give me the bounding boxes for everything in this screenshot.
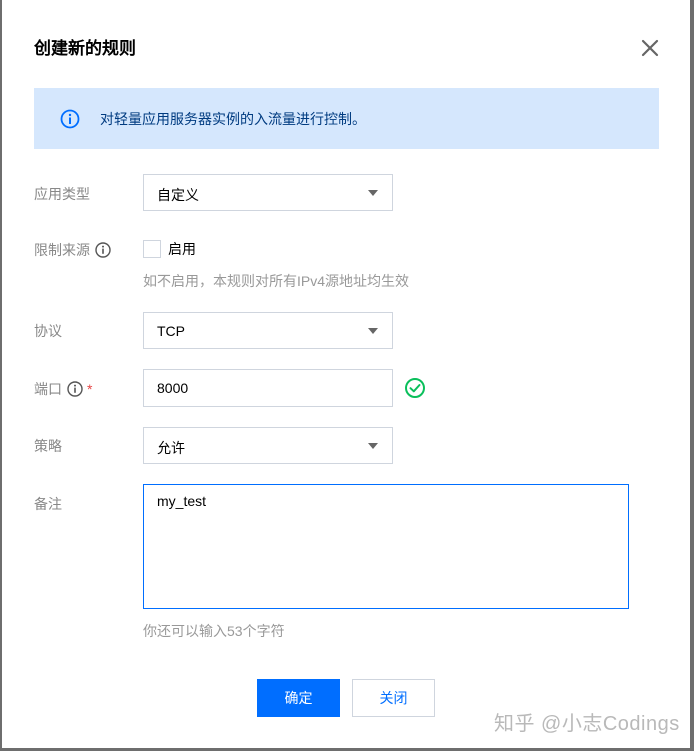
remark-label: 备注	[34, 494, 62, 514]
info-circle-icon	[60, 109, 80, 134]
limit-source-label-text: 限制来源	[34, 242, 90, 258]
remark-char-counter: 你还可以输入53个字符	[143, 623, 285, 639]
limit-source-label: 限制来源	[34, 240, 111, 260]
app-type-label-text: 应用类型	[34, 186, 90, 202]
protocol-label: 协议	[34, 321, 62, 341]
protocol-value: TCP	[157, 323, 185, 339]
close-button[interactable]: 关闭	[352, 679, 435, 717]
info-circle-icon[interactable]	[67, 381, 83, 397]
limit-source-hint: 如不启用，本规则对所有IPv4源地址均生效	[143, 273, 410, 289]
app-type-select[interactable]: 自定义	[143, 174, 393, 211]
limit-source-checkbox[interactable]	[143, 240, 161, 258]
port-label: 端口 *	[34, 379, 92, 399]
notice-text: 对轻量应用服务器实例的入流量进行控制。	[100, 111, 366, 127]
dialog-title: 创建新的规则	[34, 39, 136, 58]
policy-label-text: 策略	[34, 438, 62, 454]
required-mark: *	[87, 381, 93, 397]
close-icon[interactable]	[638, 36, 662, 60]
app-type-label: 应用类型	[34, 184, 90, 204]
remark-label-text: 备注	[34, 496, 62, 512]
caret-down-icon	[368, 328, 378, 334]
protocol-label-text: 协议	[34, 323, 62, 339]
app-type-value: 自定义	[157, 187, 199, 203]
caret-down-icon	[368, 190, 378, 196]
check-circle-icon	[404, 377, 426, 404]
notice-banner: 对轻量应用服务器实例的入流量进行控制。	[34, 88, 659, 149]
protocol-select[interactable]: TCP	[143, 312, 393, 349]
create-rule-dialog: 创建新的规则 对轻量应用服务器实例的入流量进行控制。 应用类型 自定义 限制来源	[2, 0, 690, 748]
port-input[interactable]	[143, 369, 393, 407]
limit-source-checkbox-label[interactable]: 启用	[168, 239, 196, 259]
limit-source-checkbox-group[interactable]: 启用	[143, 239, 196, 259]
info-circle-icon[interactable]	[95, 242, 111, 258]
caret-down-icon	[368, 443, 378, 449]
remark-textarea[interactable]: my_test	[143, 484, 629, 609]
policy-label: 策略	[34, 436, 62, 456]
policy-select[interactable]: 允许	[143, 427, 393, 464]
policy-value: 允许	[157, 440, 185, 456]
port-label-text: 端口	[34, 381, 62, 397]
confirm-button[interactable]: 确定	[257, 679, 340, 717]
watermark: 知乎 @小志Codings	[494, 713, 680, 735]
